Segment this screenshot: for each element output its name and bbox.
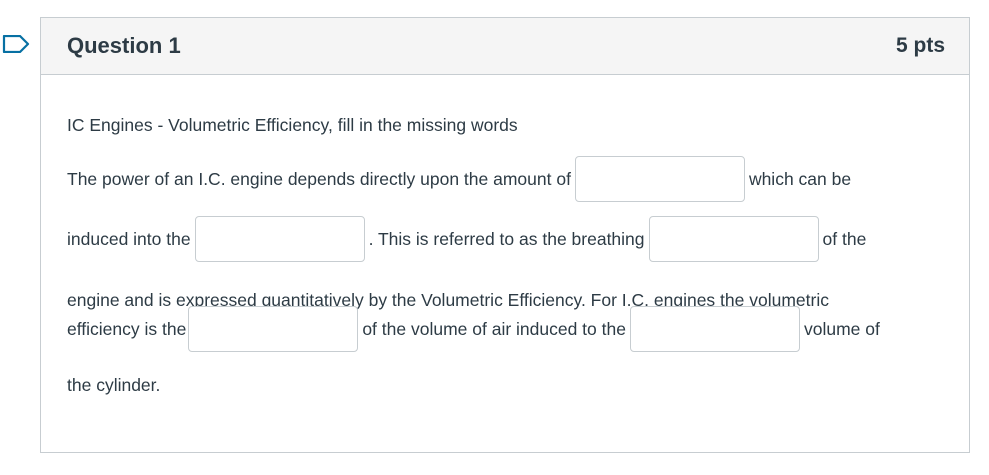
bookmark-flag-icon[interactable] [2,35,30,53]
sentence-line-4: efficiency is the of the volume of air i… [67,306,880,352]
question-title: Question 1 [67,33,181,58]
blank-input-1[interactable] [574,156,745,202]
text-segment-3: induced into the [67,228,191,249]
blank-input-4[interactable] [188,306,359,352]
text-segment-4: . This is referred to as the breathing [368,228,645,249]
text-segment-9: volume of [803,318,880,339]
text-segment-7: efficiency is the [67,318,187,339]
question-points: 5 pts [895,34,945,57]
text-segment-2: which can be [748,168,852,189]
text-segment-8: of the volume of air induced to the [362,318,626,339]
sentence-line-5: the cylinder. [67,362,160,408]
blank-input-2[interactable] [194,216,365,262]
sentence-line-2: induced into the . This is referred to a… [67,216,866,262]
text-segment-1: The power of an I.C. engine depends dire… [67,168,571,189]
text-segment-5: of the [822,228,867,249]
text-segment-10: the cylinder. [67,374,161,395]
question-card: Question 1 5 pts IC Engines - Volumetric… [40,17,970,453]
question-header: Question 1 5 pts [41,18,969,75]
sentence-line-1: The power of an I.C. engine depends dire… [67,156,851,202]
blank-input-5[interactable] [629,306,800,352]
question-intro: IC Engines - Volumetric Efficiency, fill… [67,115,518,135]
blank-input-3[interactable] [648,216,819,262]
